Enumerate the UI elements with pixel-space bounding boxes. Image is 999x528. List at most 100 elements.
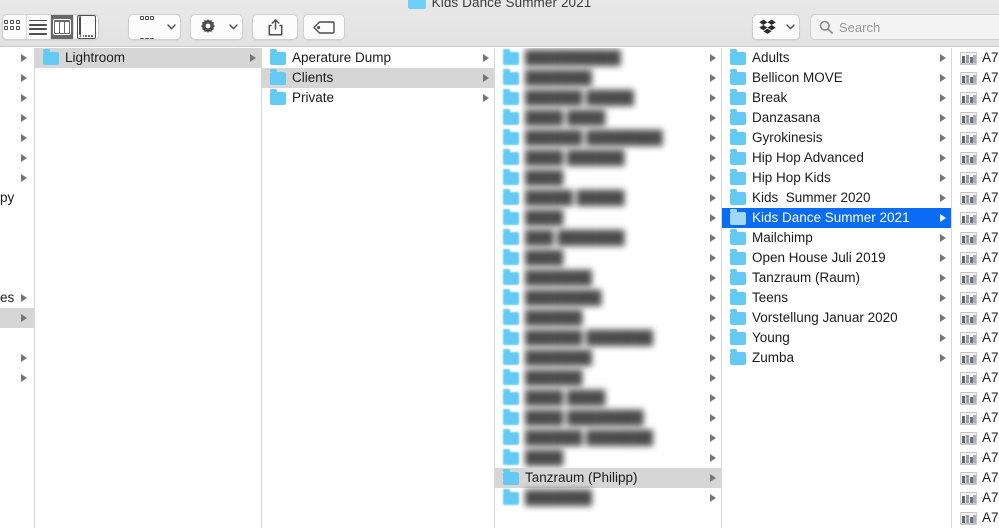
list-item[interactable]: A7 <box>952 428 999 448</box>
list-item[interactable]: Kids Dance Summer 2021 <box>722 208 951 228</box>
list-item[interactable]: A7 <box>952 448 999 468</box>
column-4-tanzraum-philipp[interactable]: Adults Bellicon MOVE Break Danzasana Gyrokin… <box>722 48 952 528</box>
list-item[interactable]: ███████ <box>495 488 721 508</box>
list-item[interactable]: ██████ ████████ <box>495 128 721 148</box>
list-item[interactable]: A7 <box>952 368 999 388</box>
list-item[interactable]: ███████ <box>495 68 721 88</box>
list-item[interactable]: A7 <box>952 68 999 88</box>
list-item[interactable]: A7 <box>952 508 999 528</box>
list-item[interactable]: ████ <box>495 248 721 268</box>
list-item[interactable]: Adults <box>722 48 951 68</box>
list-item[interactable]: A7 <box>952 248 999 268</box>
list-item[interactable]: Tanzraum (Philipp) <box>495 468 721 488</box>
list-item[interactable]: ██████ █████ <box>495 88 721 108</box>
list-view-button[interactable] <box>26 15 51 39</box>
list-item[interactable] <box>0 128 34 148</box>
column-2-lightroom-contents[interactable]: Aperature Dump Clients Private <box>262 48 495 528</box>
list-item[interactable]: ████ ████████ <box>495 408 721 428</box>
column-5-files[interactable]: A7 A7 A7 A7 A7 A7 A7 A7 A7 A7 A7 A7 A7 A7 A7 A7 A7 A7 A7 A7… <box>952 48 999 528</box>
list-item[interactable]: A7 <box>952 48 999 68</box>
list-item[interactable]: py <box>0 188 34 208</box>
list-item[interactable]: A7 <box>952 348 999 368</box>
list-item[interactable] <box>0 348 34 368</box>
list-item[interactable]: A7 <box>952 108 999 128</box>
list-item[interactable]: Bellicon MOVE <box>722 68 951 88</box>
list-item[interactable]: ████ ████ <box>495 108 721 128</box>
dropbox-button[interactable] <box>752 14 800 40</box>
list-item[interactable]: ██████████ <box>495 48 721 68</box>
list-item[interactable]: Danzasana <box>722 108 951 128</box>
list-item[interactable]: Teens <box>722 288 951 308</box>
list-item[interactable]: A7 <box>952 308 999 328</box>
column-view-button[interactable] <box>50 15 75 39</box>
list-item[interactable]: Kids Summer 2020 <box>722 188 951 208</box>
search-field[interactable]: Search <box>810 14 999 40</box>
list-item[interactable]: ███████ <box>495 348 721 368</box>
list-item[interactable]: A7 <box>952 268 999 288</box>
list-item[interactable]: Break <box>722 88 951 108</box>
list-item[interactable]: Tanzraum (Raum) <box>722 268 951 288</box>
list-item[interactable] <box>0 368 34 388</box>
list-item[interactable]: ███████ <box>495 268 721 288</box>
list-item[interactable]: ████ <box>495 168 721 188</box>
list-item[interactable]: Open House Juli 2019 <box>722 248 951 268</box>
dropbox-chevron-down-icon[interactable] <box>781 24 799 30</box>
list-item[interactable]: ████ ████ <box>495 388 721 408</box>
list-item[interactable]: ████ ██████ <box>495 148 721 168</box>
column-0-partial[interactable]: py es <box>0 48 35 528</box>
list-item[interactable]: A7 <box>952 128 999 148</box>
list-item[interactable]: A7 <box>952 208 999 228</box>
list-item[interactable]: es <box>0 288 34 308</box>
list-item[interactable]: A7 <box>952 468 999 488</box>
action-menu-button[interactable] <box>190 14 243 40</box>
list-item[interactable]: Private <box>262 88 494 108</box>
list-item[interactable] <box>0 308 34 328</box>
list-item[interactable]: Hip Hop Kids <box>722 168 951 188</box>
list-item[interactable]: ████████ <box>495 288 721 308</box>
list-item[interactable]: ██████ <box>495 368 721 388</box>
list-item[interactable]: A7 <box>952 408 999 428</box>
edit-tags-button[interactable] <box>303 14 345 40</box>
list-item[interactable] <box>0 48 34 68</box>
group-items-chevron-down-icon[interactable] <box>162 15 180 39</box>
list-item[interactable]: A7 <box>952 168 999 188</box>
list-item[interactable]: A7 <box>952 328 999 348</box>
list-item[interactable]: ██████ <box>495 308 721 328</box>
list-item[interactable] <box>0 228 34 248</box>
list-item[interactable] <box>0 68 34 88</box>
list-item[interactable]: A7 <box>952 228 999 248</box>
list-item[interactable]: A7 <box>952 148 999 168</box>
list-item[interactable]: A7 <box>952 188 999 208</box>
column-3-clients[interactable]: ██████████ ███████ ██████ █████ ████ ████ ██… <box>495 48 722 528</box>
list-item[interactable] <box>0 268 34 288</box>
gallery-view-button[interactable] <box>74 15 98 39</box>
list-item[interactable]: A7 <box>952 88 999 108</box>
list-item[interactable]: ██████ ███████ <box>495 428 721 448</box>
list-item[interactable] <box>0 88 34 108</box>
list-item[interactable] <box>0 148 34 168</box>
list-item[interactable]: Young <box>722 328 951 348</box>
action-menu-chevron-down-icon[interactable] <box>224 15 242 39</box>
list-item[interactable] <box>0 248 34 268</box>
list-item[interactable] <box>0 208 34 228</box>
icon-view-button[interactable] <box>3 15 27 39</box>
group-items-button[interactable] <box>128 14 181 40</box>
list-item[interactable] <box>0 328 34 348</box>
list-item[interactable]: ██████ ███████ <box>495 328 721 348</box>
list-item[interactable] <box>0 168 34 188</box>
list-item[interactable]: Gyrokinesis <box>722 128 951 148</box>
list-item[interactable]: A7 <box>952 388 999 408</box>
list-item[interactable]: Mailchimp <box>722 228 951 248</box>
list-item[interactable]: █████ █████ <box>495 188 721 208</box>
share-button[interactable] <box>252 14 298 40</box>
list-item[interactable]: ████ <box>495 208 721 228</box>
list-item[interactable]: ███ ███████ <box>495 228 721 248</box>
list-item[interactable]: ████ <box>495 448 721 468</box>
list-item[interactable]: A7 <box>952 288 999 308</box>
list-item[interactable] <box>0 108 34 128</box>
list-item[interactable]: Vorstellung Januar 2020 <box>722 308 951 328</box>
list-item[interactable]: Hip Hop Advanced <box>722 148 951 168</box>
list-item[interactable]: Zumba <box>722 348 951 368</box>
list-item[interactable]: A7 <box>952 488 999 508</box>
column-1-lightroom[interactable]: Lightroom <box>35 48 262 528</box>
